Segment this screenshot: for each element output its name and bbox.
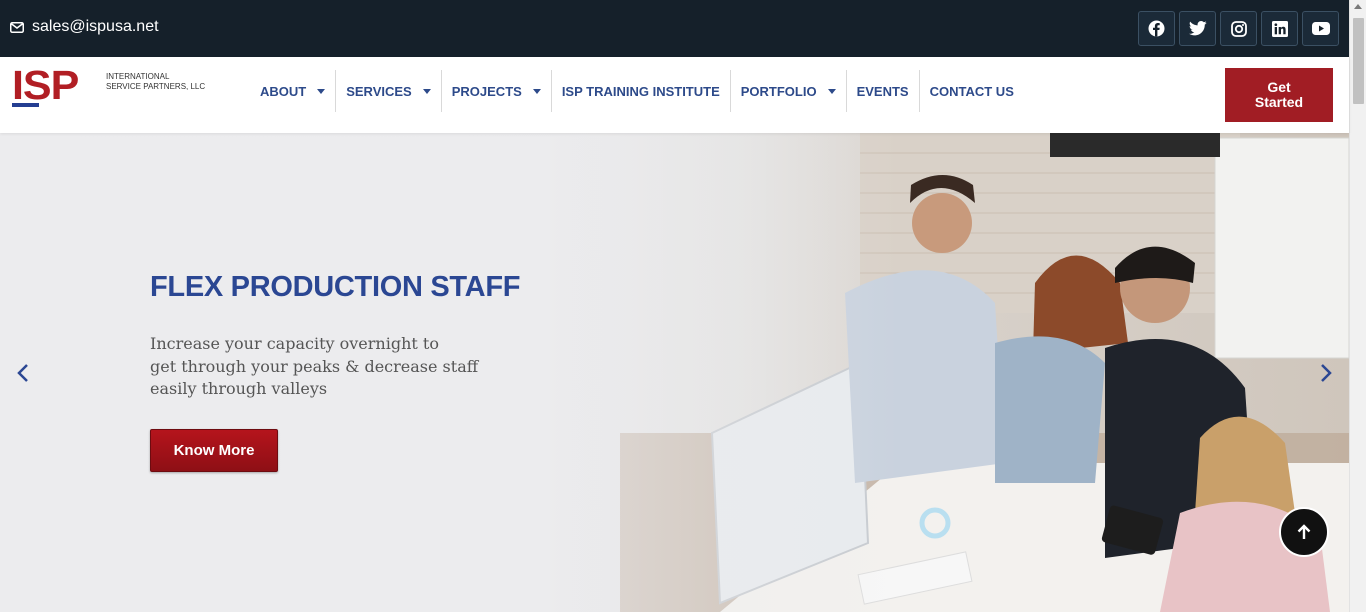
nav-label: ABOUT xyxy=(260,83,307,99)
youtube-button[interactable] xyxy=(1302,11,1339,46)
hero-line-1: Increase your capacity overnight to xyxy=(150,334,439,353)
nav-contact-us[interactable]: CONTACT US xyxy=(920,70,1024,112)
nav-training-institute[interactable]: ISP TRAINING INSTITUTE xyxy=(552,70,731,112)
linkedin-button[interactable] xyxy=(1261,11,1298,46)
nav-about[interactable]: ABOUT xyxy=(250,70,337,112)
scrollbar-thumb[interactable] xyxy=(1353,18,1364,104)
caret-down-icon xyxy=(317,88,326,94)
caret-down-icon xyxy=(422,88,431,94)
page-scrollbar[interactable] xyxy=(1349,0,1366,612)
nav-services[interactable]: SERVICES xyxy=(336,70,442,112)
logo-letters: ISP xyxy=(12,62,79,108)
slider-prev-button[interactable] xyxy=(13,361,33,385)
nav-label: EVENTS xyxy=(856,83,909,99)
arrow-up-icon xyxy=(1297,524,1311,539)
main-nav: ABOUT SERVICES PROJECTS ISP TRAINING INS… xyxy=(250,70,1024,112)
logo-underline xyxy=(12,103,39,107)
logo-line-2: Service Partners, LLC xyxy=(106,82,206,91)
top-bar: sales@ispusa.net xyxy=(0,0,1349,57)
email-text: sales@ispusa.net xyxy=(32,18,159,35)
logo-mark: ISP xyxy=(12,62,98,111)
scroll-up-arrow-icon[interactable] xyxy=(1354,4,1362,9)
hero-line-3: easily through valleys xyxy=(150,379,328,398)
hero-line-2: get through your peaks & decrease staff xyxy=(150,356,479,376)
main-header: ISP International Service Partners, LLC … xyxy=(0,57,1349,133)
social-links xyxy=(1138,11,1339,46)
cta-line-2: Started xyxy=(1254,94,1304,110)
chevron-right-icon xyxy=(1321,364,1332,382)
twitter-icon xyxy=(1188,21,1207,36)
nav-projects[interactable]: PROJECTS xyxy=(442,70,552,112)
nav-label: PORTFOLIO xyxy=(740,83,817,99)
instagram-icon xyxy=(1230,20,1247,37)
youtube-icon xyxy=(1311,22,1330,35)
caret-down-icon xyxy=(827,88,836,94)
slider-next-button[interactable] xyxy=(1316,361,1336,385)
nav-label: SERVICES xyxy=(346,83,412,99)
logo-line-1: International xyxy=(106,72,170,81)
chevron-left-icon xyxy=(17,364,28,382)
get-started-button[interactable]: Get Started xyxy=(1225,68,1333,122)
hero-slider: FLEX PRODUCTION STAFF Increase your capa… xyxy=(0,133,1349,612)
envelope-icon xyxy=(10,21,24,33)
scroll-to-top-button[interactable] xyxy=(1279,507,1329,557)
cta-line-1: Get xyxy=(1267,79,1291,95)
logo-company-name: International Service Partners, LLC xyxy=(106,72,205,92)
know-more-button[interactable]: Know More xyxy=(150,429,278,472)
facebook-button[interactable] xyxy=(1138,11,1175,46)
nav-portfolio[interactable]: PORTFOLIO xyxy=(731,70,847,112)
isp-logo[interactable]: ISP International Service Partners, LLC xyxy=(12,62,205,111)
hero-description: Increase your capacity overnight to get … xyxy=(150,333,479,401)
nav-events[interactable]: EVENTS xyxy=(847,70,920,112)
nav-label: ISP TRAINING INSTITUTE xyxy=(561,83,720,99)
twitter-button[interactable] xyxy=(1179,11,1216,46)
hero-title: FLEX PRODUCTION STAFF xyxy=(150,271,521,303)
nav-label: PROJECTS xyxy=(451,83,522,99)
nav-label: CONTACT US xyxy=(929,83,1014,99)
instagram-button[interactable] xyxy=(1220,11,1257,46)
email-link[interactable]: sales@ispusa.net xyxy=(10,18,159,36)
caret-down-icon xyxy=(532,88,541,94)
linkedin-icon xyxy=(1271,20,1288,37)
facebook-icon xyxy=(1148,20,1165,37)
